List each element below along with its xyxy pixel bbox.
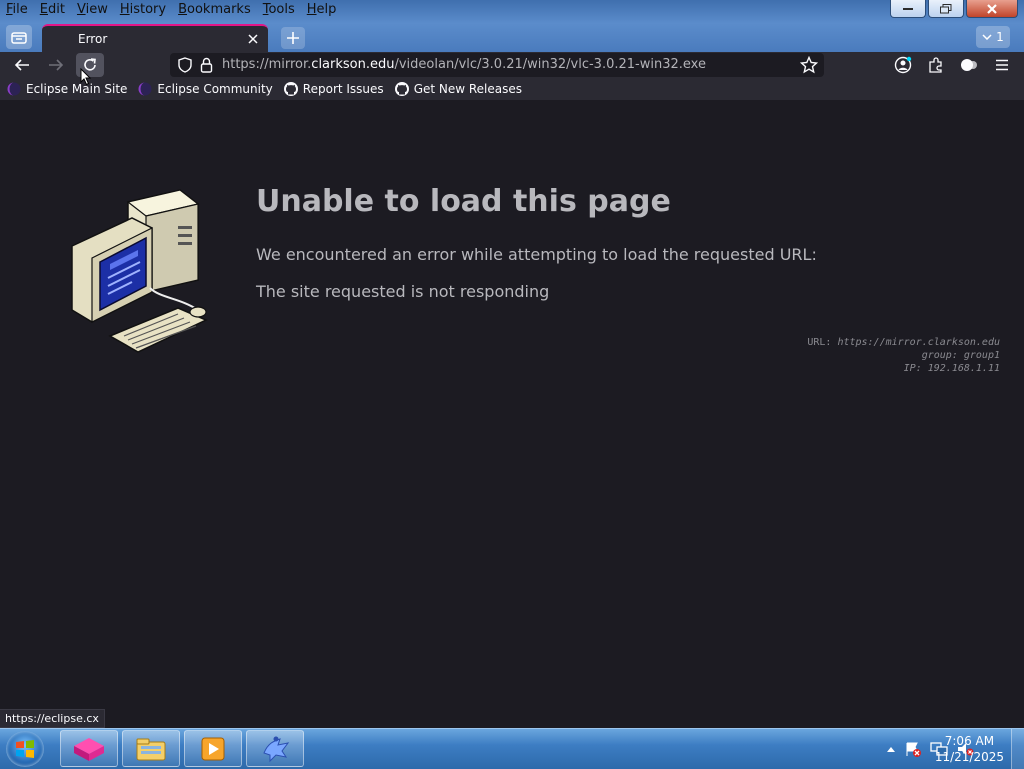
taskbar-media-player[interactable] [184,730,242,767]
chevron-down-icon [982,34,992,40]
extension-app-button[interactable] [955,52,983,78]
url-text[interactable]: https://mirror.clarkson.edu/videolan/vlc… [222,53,706,77]
bookmark-label: Report Issues [302,82,384,96]
retro-computer-illustration [71,189,208,353]
back-button[interactable] [8,52,36,78]
bookmark-get-new-releases[interactable]: Get New Releases [394,81,522,97]
forward-button[interactable] [42,52,70,78]
error-reason: The site requested is not responding [256,282,550,301]
menu-history[interactable]: History [114,0,172,20]
tab-list-button[interactable] [6,25,32,49]
eclipse-icon [7,82,21,96]
folder-icon [136,738,166,760]
forward-arrow-icon [49,59,64,71]
meta-ip-value: 192.168.1.11 [927,363,1000,374]
new-tab-button[interactable] [281,27,305,49]
mouse-cursor-icon [80,68,92,86]
bookmark-report-issues[interactable]: Report Issues [283,81,384,97]
bookmark-eclipse-main-site[interactable]: Eclipse Main Site [6,81,127,97]
restore-icon [940,3,952,13]
meta-ip-line: IP: 192.168.1.11 [807,362,1000,375]
close-icon [987,3,997,14]
url-path: /videolan/vlc/3.0.21/win32/vlc-3.0.21-wi… [394,57,706,72]
windows-logo-icon [16,740,34,758]
plus-icon [287,32,299,44]
tab-active[interactable]: Error [42,24,268,52]
restore-button[interactable] [928,0,964,18]
account-icon [894,56,912,74]
menu-file[interactable]: File [0,0,34,20]
app-menu-button[interactable] [988,52,1016,78]
meta-group-value: group1 [963,350,1000,361]
pink-cube-app-icon [74,737,104,761]
clock-date: 11/21/2025 [934,750,1004,764]
title-bar: File Edit View History Bookmarks Tools H… [0,0,1024,52]
browser-app-icon [263,736,290,762]
minimize-button[interactable] [890,0,926,18]
tab-title: Error [78,32,108,46]
shield-icon[interactable] [178,57,192,73]
tab-count: 1 [996,30,1004,44]
menu-edit[interactable]: Edit [34,0,71,20]
menu-view[interactable]: View [71,0,114,20]
meta-group-key: group: [921,350,958,361]
status-link-tooltip: https://eclipse.cx [0,709,105,728]
close-window-button[interactable] [966,0,1018,18]
action-center-flag-icon[interactable] [904,741,922,757]
meta-url-key: URL: [807,337,832,348]
back-arrow-icon [14,59,29,71]
minimize-icon [903,7,913,10]
taskbar-app-1[interactable] [60,730,118,767]
meta-url-value: https://mirror.clarkson.edu [837,337,1000,348]
lock-icon[interactable] [200,57,213,73]
bookmark-label: Eclipse Main Site [26,82,128,96]
menu-bar: File Edit View History Bookmarks Tools H… [0,0,342,20]
tab-close-icon[interactable] [246,32,260,46]
hamburger-menu-icon [996,59,1008,71]
page-content: Unable to load this page We encountered … [0,100,1024,730]
taskbar: 7:06 AM 11/21/2025 [0,728,1024,769]
extension-app-icon [961,59,977,71]
bookmark-label: Eclipse Community [157,82,273,96]
extensions-button[interactable] [922,52,950,78]
error-title: Unable to load this page [256,184,671,219]
meta-group-line: group: group1 [807,349,1000,362]
clock-time: 7:06 AM [944,734,995,748]
bookmark-label: Get New Releases [413,82,523,96]
taskbar-browser[interactable] [246,730,304,767]
tab-list-icon [11,32,27,44]
navigation-toolbar: https://mirror.clarkson.edu/videolan/vlc… [0,52,1024,78]
url-bar[interactable]: https://mirror.clarkson.edu/videolan/vlc… [170,53,824,77]
error-meta: URL: https://mirror.clarkson.edu group: … [807,336,1000,375]
url-prefix: https://mirror. [222,57,312,72]
show-desktop-button[interactable] [1011,729,1024,769]
github-icon [283,82,298,96]
media-player-icon [201,737,225,760]
bookmarks-toolbar: Eclipse Main Site Eclipse Community Repo… [0,78,1024,100]
account-button[interactable] [889,52,917,78]
error-description: We encountered an error while attempting… [256,245,817,264]
tab-overflow-button[interactable]: 1 [976,26,1010,48]
meta-url-line: URL: https://mirror.clarkson.edu [807,336,1000,349]
tab-strip: Error 1 [0,24,1024,52]
start-button[interactable] [6,731,44,767]
eclipse-icon [138,82,152,96]
tray-expand-icon[interactable] [886,745,896,753]
menu-tools[interactable]: Tools [257,0,301,20]
window-controls [890,0,1018,18]
bookmark-star-icon[interactable] [800,56,818,74]
taskbar-clock[interactable]: 7:06 AM 11/21/2025 [935,733,1004,765]
url-host: clarkson.edu [311,57,395,72]
menu-help[interactable]: Help [301,0,343,20]
bookmark-eclipse-community[interactable]: Eclipse Community [137,81,273,97]
menu-bookmarks[interactable]: Bookmarks [172,0,257,20]
meta-ip-key: IP: [903,363,922,374]
github-icon [394,82,409,96]
puzzle-icon [929,57,942,73]
taskbar-file-explorer[interactable] [122,730,180,767]
